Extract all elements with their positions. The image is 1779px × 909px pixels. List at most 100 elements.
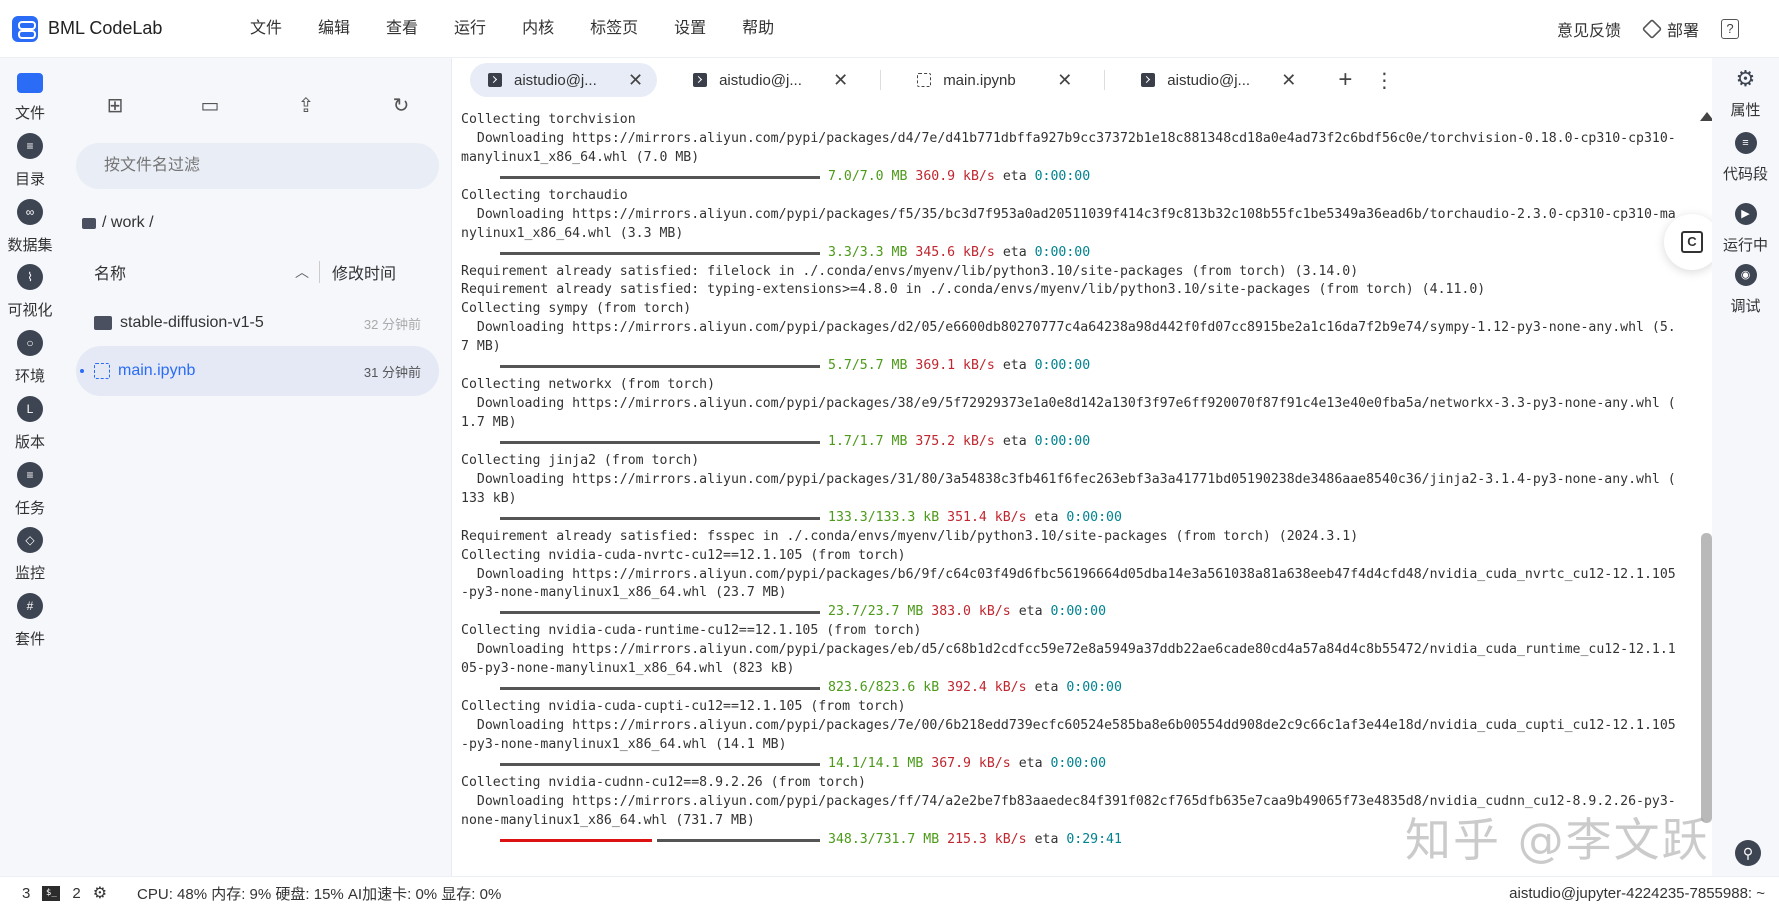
tab-divider xyxy=(880,70,882,90)
eta-value: 0:00:00 xyxy=(1034,358,1091,374)
eta-label: eta 0:00:00 xyxy=(1002,168,1091,184)
menu-tabs[interactable]: 标签页 xyxy=(572,0,656,58)
terminal-status: aistudio@jupyter-4224235-7855988: ~ xyxy=(1509,884,1765,902)
terminal-line: -py3-none-manylinux1_x86_64.whl (14.1 MB… xyxy=(461,736,787,752)
add-tab-icon[interactable]: + xyxy=(1338,66,1352,94)
close-icon[interactable]: ✕ xyxy=(1057,70,1072,91)
activity-tasks[interactable]: ≡ 任务 xyxy=(0,462,60,518)
progress-bar xyxy=(500,762,820,766)
terminal-output[interactable]: Collecting torchvision Downloading https… xyxy=(452,102,1698,872)
status-count-kernels[interactable]: 2 xyxy=(72,885,80,902)
filter-input[interactable] xyxy=(76,143,439,189)
download-speed: 369.1 kB/s xyxy=(915,358,995,374)
column-modified[interactable]: 修改时间 xyxy=(320,260,396,284)
file-browser: ⊞ ▭ ⇪ ↻ / work / 名称 ︿ 修改时间 stable-diffus… xyxy=(60,58,452,876)
download-speed: 215.3 kB/s xyxy=(947,831,1027,847)
activity-suite[interactable]: # 套件 xyxy=(0,593,60,649)
suite-icon: # xyxy=(17,593,43,619)
file-row-notebook[interactable]: main.ipynb 31 分钟前 xyxy=(76,346,439,396)
menu-view[interactable]: 查看 xyxy=(368,0,436,58)
search-icon[interactable]: ⚲ xyxy=(1735,840,1761,866)
chart-icon: ⌇ xyxy=(17,264,43,290)
breadcrumb-path: / work / xyxy=(102,214,154,231)
download-size: 23.7/23.7 MB xyxy=(828,604,924,620)
folder-icon xyxy=(94,316,112,330)
terminal-line: Collecting torchaudio xyxy=(461,187,628,203)
monitor-icon: ◇ xyxy=(17,527,43,553)
column-modified-label: 修改时间 xyxy=(332,266,397,283)
terminal-line: Downloading https://mirrors.aliyun.com/p… xyxy=(461,718,1676,733)
kernel-icon[interactable]: ⚙ xyxy=(93,883,107,903)
tab-terminal-2[interactable]: aistudio@j... ✕ xyxy=(675,63,862,97)
brand[interactable]: BML CodeLab xyxy=(0,15,220,42)
upload-icon[interactable]: ⇪ xyxy=(293,92,319,118)
menu-help[interactable]: 帮助 xyxy=(724,0,792,58)
menu-kernel[interactable]: 内核 xyxy=(504,0,572,58)
help-icon[interactable]: ? xyxy=(1721,18,1739,39)
activity-monitor[interactable]: ◇ 监控 xyxy=(0,527,60,583)
refresh-icon[interactable]: ↻ xyxy=(388,92,414,118)
close-icon[interactable]: ✕ xyxy=(1281,70,1296,91)
tab-terminal-1[interactable]: aistudio@j... ✕ xyxy=(470,63,658,97)
file-row-folder[interactable]: stable-diffusion-v1-5 32 分钟前 xyxy=(76,298,439,348)
menu-settings[interactable]: 设置 xyxy=(656,0,724,58)
new-file-icon[interactable]: ⊞ xyxy=(102,92,128,118)
download-size: 133.3/133.3 kB xyxy=(828,509,940,525)
sort-up-icon[interactable]: ︿ xyxy=(295,262,309,282)
progress-bar xyxy=(500,687,820,691)
resource-usage: CPU: 48% 内存: 9% 硬盘: 15% AI加速卡: 0% 显存: 0% xyxy=(137,885,502,903)
feedback-link[interactable]: 意见反馈 xyxy=(1557,17,1621,41)
selected-dot xyxy=(80,369,84,373)
terminal-line: Collecting nvidia-cudnn-cu12==8.9.2.26 (… xyxy=(461,774,866,790)
running-icon: ▶ xyxy=(1734,203,1757,225)
tab-terminal-3[interactable]: aistudio@j... ✕ xyxy=(1123,63,1310,97)
activity-files[interactable]: 文件 xyxy=(0,70,60,123)
tab-notebook[interactable]: main.ipynb ✕ xyxy=(899,63,1086,97)
progress-bar xyxy=(500,516,820,520)
notebook-icon xyxy=(917,73,932,87)
activity-label: 数据集 xyxy=(7,237,53,254)
file-toolbar: ⊞ ▭ ⇪ ↻ xyxy=(60,92,452,120)
activity-version[interactable]: L 版本 xyxy=(0,396,60,452)
status-count-terminals[interactable]: 3 xyxy=(22,885,30,902)
right-debug[interactable]: ◉ 调试 xyxy=(1712,264,1779,316)
file-modified: 31 分钟前 xyxy=(363,364,421,380)
status-bar: 3 $_ 2 ⚙ CPU: 48% 内存: 9% 硬盘: 15% AI加速卡: … xyxy=(0,876,1779,909)
eta-value: 0:00:00 xyxy=(1034,433,1091,449)
progress-bar xyxy=(500,611,820,615)
download-progress: 14.1/14.1 MB 367.9 kB/s eta 0:00:00 xyxy=(461,755,1691,774)
activity-visualize[interactable]: ⌇ 可视化 xyxy=(0,264,60,320)
tab-label: aistudio@j... xyxy=(719,71,802,89)
eta-value: 0:00:00 xyxy=(1050,604,1107,620)
menu-file[interactable]: 文件 xyxy=(232,0,300,58)
activity-datasets[interactable]: ∞ 数据集 xyxy=(0,199,60,255)
breadcrumb[interactable]: / work / xyxy=(82,214,154,232)
terminal-line: 7 MB) xyxy=(461,339,501,355)
download-speed: 351.4 kB/s xyxy=(947,509,1027,525)
close-icon[interactable]: ✕ xyxy=(628,70,643,91)
new-folder-icon[interactable]: ▭ xyxy=(197,92,223,118)
close-icon[interactable]: ✕ xyxy=(833,70,848,91)
terminal-line: Collecting sympy (from torch) xyxy=(461,301,692,317)
activity-toc[interactable]: ≡ 目录 xyxy=(0,133,60,189)
scroll-thumb[interactable] xyxy=(1701,533,1712,823)
terminal-line: nylinux1_x86_64.whl (3.3 MB) xyxy=(461,225,684,241)
right-running[interactable]: ▶ 运行中 xyxy=(1712,203,1779,255)
terminal-icon[interactable]: $_ xyxy=(42,885,61,901)
download-speed: 360.9 kB/s xyxy=(915,168,995,184)
more-vertical-icon[interactable]: ⋮ xyxy=(1374,68,1394,93)
download-speed: 392.4 kB/s xyxy=(947,680,1027,696)
menu-edit[interactable]: 编辑 xyxy=(300,0,368,58)
tab-bar: aistudio@j... ✕ aistudio@j... ✕ main.ipy… xyxy=(452,58,1710,102)
right-label: 属性 xyxy=(1730,102,1761,119)
right-snippets[interactable]: ≡ 代码段 xyxy=(1712,132,1779,184)
right-properties[interactable]: ⚙ 属性 xyxy=(1712,68,1779,120)
column-name[interactable]: 名称 ︿ xyxy=(76,260,319,284)
deploy-button[interactable]: 部署 xyxy=(1641,17,1699,41)
download-progress: 3.3/3.3 MB 345.6 kB/s eta 0:00:00 xyxy=(461,244,1691,263)
task-icon: ≡ xyxy=(17,462,43,488)
download-progress: 23.7/23.7 MB 383.0 kB/s eta 0:00:00 xyxy=(461,603,1691,622)
activity-environment[interactable]: ○ 环境 xyxy=(0,330,60,386)
menu-run[interactable]: 运行 xyxy=(436,0,504,58)
terminal-line: Downloading https://mirrors.aliyun.com/p… xyxy=(461,396,1676,412)
